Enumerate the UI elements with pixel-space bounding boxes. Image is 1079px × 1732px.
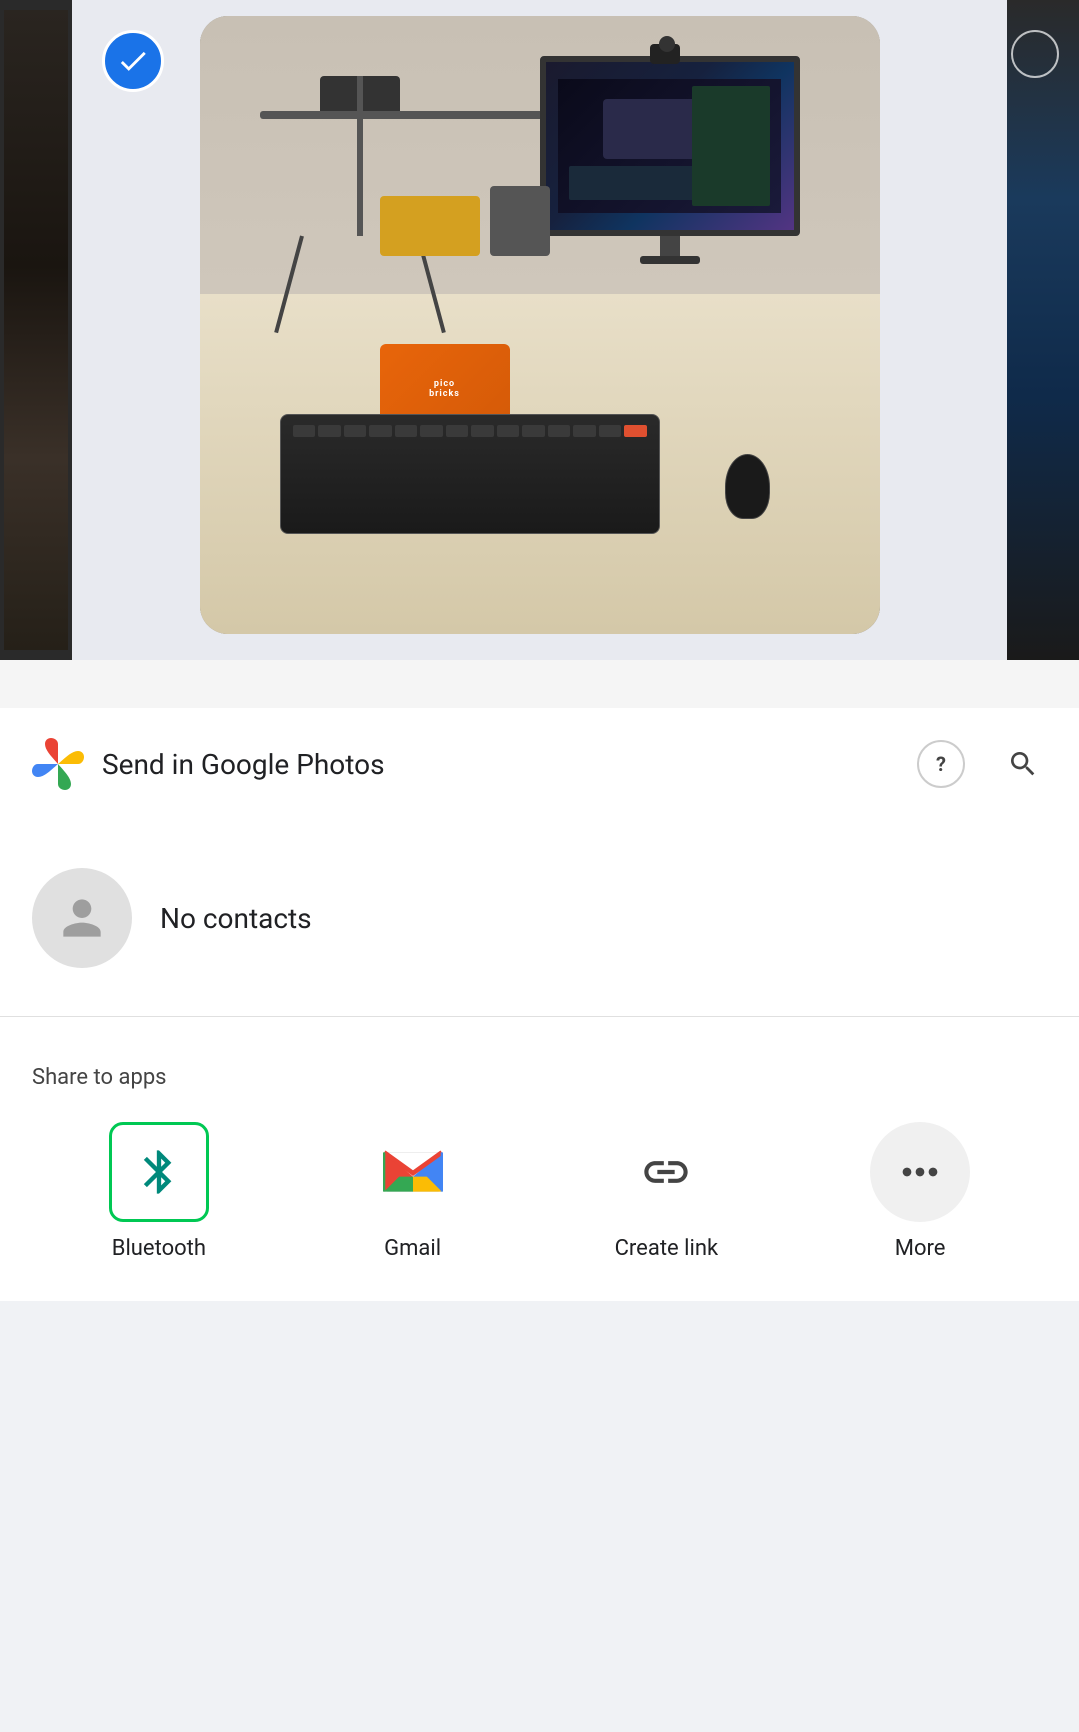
share-app-bluetooth[interactable]: Bluetooth [79,1122,239,1261]
photo-left-partial[interactable] [0,0,72,660]
no-contacts-avatar [32,868,132,968]
share-apps-row: Bluetooth [32,1122,1047,1301]
share-app-create-link[interactable]: Create link [586,1122,746,1261]
bluetooth-icon-wrapper [109,1122,209,1222]
keyboard-element [280,414,660,534]
section-divider [0,1016,1079,1017]
photo-main[interactable]: pico bricks [72,0,1007,660]
photo-selected-badge[interactable] [102,30,164,92]
help-icon: ? [936,752,946,776]
share-apps-section: Share to apps Bluetooth [0,1033,1079,1301]
photo-unselected-badge[interactable] [1011,30,1059,78]
equipment-element [380,196,480,256]
person-icon [54,890,110,946]
share-apps-label: Share to apps [32,1065,1047,1090]
gmail-icon [383,1146,443,1198]
google-photos-logo-icon [32,738,84,790]
create-link-label: Create link [615,1236,719,1261]
photo-strip: pico bricks [0,0,1079,660]
section-gap [0,660,1079,708]
link-icon-wrapper [616,1122,716,1222]
no-contacts-area: No contacts [0,820,1079,1016]
photo-image[interactable]: pico bricks [200,16,880,634]
more-label: More [895,1236,946,1261]
help-button[interactable]: ? [917,740,965,788]
more-dots-icon [894,1146,946,1198]
gmail-label: Gmail [384,1236,441,1261]
photo-right-partial[interactable] [1007,0,1079,660]
link-icon [636,1146,696,1198]
share-app-gmail[interactable]: Gmail [333,1122,493,1261]
mouse-element [725,454,770,519]
monitor-element [540,56,800,256]
search-icon [1007,748,1039,780]
no-contacts-text: No contacts [160,902,312,935]
gmail-icon-wrapper [363,1122,463,1222]
google-photos-title: Send in Google Photos [102,748,899,781]
more-icon-wrapper [870,1122,970,1222]
equipment2-element [490,186,550,256]
camera-lens [659,36,675,52]
bluetooth-icon [133,1146,185,1198]
google-photos-header: Send in Google Photos ? [0,708,1079,820]
share-app-more[interactable]: More [840,1122,1000,1261]
bluetooth-label: Bluetooth [112,1236,206,1261]
search-button[interactable] [999,740,1047,788]
share-section: Send in Google Photos ? No contacts Shar… [0,708,1079,1301]
